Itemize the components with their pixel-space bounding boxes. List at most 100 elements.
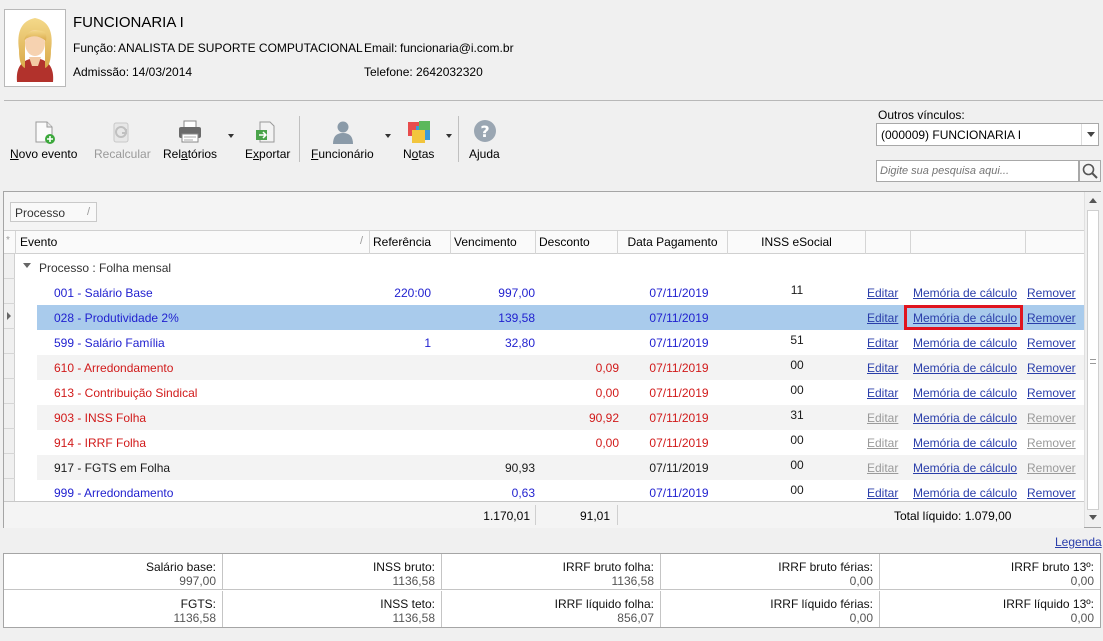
group-row-folha-mensal[interactable]: Processo : Folha mensal	[16, 255, 1084, 280]
table-row[interactable]: 903 - INSS Folha 90,92 07/11/2019 31 Editar M…	[37, 405, 1084, 430]
legenda-link[interactable]: Legenda	[1055, 535, 1102, 549]
editar-link[interactable]: Editar	[867, 436, 898, 450]
event-name-cell: 001 - Salário Base	[54, 286, 153, 300]
outros-vinculos-label: Outros vínculos:	[878, 108, 965, 122]
editar-link[interactable]: Editar	[867, 386, 898, 400]
table-row[interactable]: 610 - Arredondamento 0,09 07/11/2019 00 Edit…	[37, 355, 1084, 380]
data-pagamento-cell: 07/11/2019	[649, 486, 709, 500]
editar-link[interactable]: Editar	[867, 361, 898, 375]
remover-link[interactable]: Remover	[1027, 436, 1076, 450]
summary-cell: IRRF líquido folha: 856,07	[442, 591, 661, 627]
chevron-down-icon[interactable]	[1081, 124, 1098, 145]
total-vencimento: 1.170,01	[483, 509, 530, 523]
data-pagamento-cell: 07/11/2019	[649, 411, 709, 425]
column-header-desconto[interactable]: Desconto	[536, 231, 618, 254]
editar-link[interactable]: Editar	[867, 461, 898, 475]
scroll-up-icon[interactable]	[1089, 198, 1097, 203]
referencia-cell: 220:00	[394, 286, 431, 300]
summary-value: 0,00	[849, 574, 873, 588]
remover-link[interactable]: Remover	[1027, 361, 1076, 375]
summary-cell: IRRF líquido 13º: 0,00	[880, 591, 1100, 627]
remover-link[interactable]: Remover	[1027, 486, 1076, 500]
outros-vinculos-value: (000009) FUNCIONARIA I	[881, 128, 1022, 142]
remover-link[interactable]: Remover	[1027, 411, 1076, 425]
telefone-value: 2642032320	[416, 65, 483, 79]
column-header-evento[interactable]: Evento /	[16, 231, 370, 254]
relatorios-dropdown-arrow[interactable]	[228, 134, 234, 138]
table-row[interactable]: 914 - IRRF Folha 0,00 07/11/2019 00 Editar Me…	[37, 430, 1084, 455]
memoria-calculo-link[interactable]: Memória de cálculo	[913, 486, 1017, 500]
search-input[interactable]	[877, 161, 1075, 181]
notas-dropdown-arrow[interactable]	[446, 134, 452, 138]
total-liquido: Total líquido: 1.079,00	[894, 509, 1012, 523]
selected-row-indicator	[4, 304, 15, 329]
table-row[interactable]: 599 - Salário Família 1 32,80 07/11/2019 51 E…	[37, 330, 1084, 355]
memoria-calculo-link[interactable]: Memória de cálculo	[913, 336, 1017, 350]
inss-esocial-cell: 00	[790, 458, 804, 472]
novo-evento-button[interactable]: Novo evento	[10, 118, 80, 168]
memoria-calculo-highlight	[904, 305, 1023, 330]
relatorios-label-b: tórios	[187, 147, 218, 161]
summary-label: FGTS:	[180, 597, 216, 611]
event-name-cell: 613 - Contribuição Sindical	[54, 386, 198, 400]
evento-header-label: Evento	[20, 235, 58, 249]
column-header-inss-esocial[interactable]: INSS eSocial	[728, 231, 866, 254]
table-row[interactable]: 917 - FGTS em Folha 90,93 07/11/2019 00 Edit…	[37, 455, 1084, 480]
memoria-calculo-link[interactable]: Memória de cálculo	[913, 411, 1017, 425]
notas-button[interactable]: Notas	[401, 118, 441, 168]
summary-cell: Salário base: 997,00	[4, 554, 223, 590]
relatorios-button[interactable]: Relatórios	[162, 118, 220, 168]
chevron-down-icon[interactable]	[23, 263, 31, 268]
memoria-calculo-link[interactable]: Memória de cálculo	[913, 286, 1017, 300]
memoria-calculo-link[interactable]: Memória de cálculo	[913, 361, 1017, 375]
events-grid: Processo / * Evento / Referência Vencimen…	[3, 191, 1101, 528]
summary-value: 1136,58	[392, 611, 436, 625]
funcionario-dropdown-arrow[interactable]	[385, 134, 391, 138]
table-row[interactable]: 001 - Salário Base 220:00 997,00 07/11/2019…	[37, 280, 1084, 305]
scroll-down-icon[interactable]	[1089, 515, 1097, 520]
funcao-label: Função:	[73, 41, 117, 55]
recalcular-button[interactable]: Recalcular	[92, 118, 152, 168]
editar-link[interactable]: Editar	[867, 411, 898, 425]
admissao-value: 14/03/2014	[132, 65, 193, 79]
summary-cell: IRRF bruto férias: 0,00	[661, 554, 880, 590]
remover-link[interactable]: Remover	[1027, 311, 1076, 325]
vencimento-cell: 997,00	[498, 286, 535, 300]
toolbar-separator-2	[458, 116, 459, 162]
group-chip-label: Processo	[15, 206, 66, 220]
remover-link[interactable]: Remover	[1027, 286, 1076, 300]
editar-link[interactable]: Editar	[867, 486, 898, 500]
memoria-calculo-link[interactable]: Memória de cálculo	[913, 436, 1017, 450]
funcao-value: ANALISTA DE SUPORTE COMPUTACIONAL	[118, 41, 363, 55]
inss-esocial-cell: 31	[790, 408, 804, 422]
memoria-calculo-link[interactable]: Memória de cálculo	[913, 386, 1017, 400]
ajuda-button[interactable]: ? Ajuda	[468, 118, 502, 168]
summary-label: IRRF líquido folha:	[554, 597, 654, 611]
editar-link[interactable]: Editar	[867, 311, 898, 325]
remover-link[interactable]: Remover	[1027, 461, 1076, 475]
event-name-cell: 917 - FGTS em Folha	[54, 461, 171, 475]
outros-vinculos-select[interactable]: (000009) FUNCIONARIA I	[876, 123, 1099, 146]
summary-value: 0,00	[1070, 611, 1094, 625]
event-name-cell: 903 - INSS Folha	[54, 411, 147, 425]
scrollbar-thumb[interactable]	[1087, 210, 1099, 510]
memoria-calculo-link[interactable]: Memória de cálculo	[913, 461, 1017, 475]
funcionario-button[interactable]: Funcionário	[310, 118, 378, 168]
group-by-processo-chip[interactable]: Processo /	[10, 202, 97, 222]
summary-label: IRRF bruto 13º:	[1010, 560, 1094, 574]
vertical-scrollbar[interactable]	[1084, 192, 1101, 527]
exportar-button[interactable]: Exportar	[243, 118, 293, 168]
column-header-referencia[interactable]: Referência	[370, 231, 451, 254]
search-button[interactable]	[1079, 160, 1101, 182]
editar-link[interactable]: Editar	[867, 336, 898, 350]
remover-link[interactable]: Remover	[1027, 336, 1076, 350]
exportar-label-a: E	[245, 147, 254, 161]
grip-icon	[1090, 359, 1096, 364]
editar-link[interactable]: Editar	[867, 286, 898, 300]
column-header-vencimento[interactable]: Vencimento	[451, 231, 536, 254]
search-field[interactable]	[876, 160, 1079, 182]
column-header-remover	[1026, 231, 1084, 254]
remover-link[interactable]: Remover	[1027, 386, 1076, 400]
column-header-data-pagamento[interactable]: Data Pagamento	[618, 231, 728, 254]
table-row[interactable]: 613 - Contribuição Sindical 0,00 07/11/201…	[37, 380, 1084, 405]
